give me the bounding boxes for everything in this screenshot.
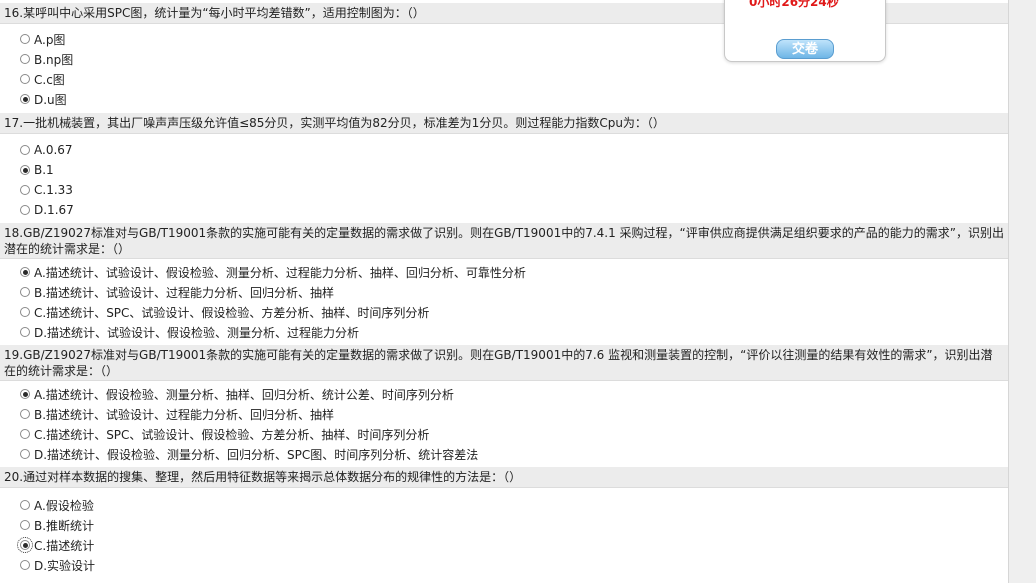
- radio-button[interactable]: [20, 560, 30, 570]
- radio-button[interactable]: [20, 449, 30, 459]
- option-19-a[interactable]: A.描述统计、假设检验、测量分析、抽样、回归分析、统计公差、时间序列分析: [20, 385, 454, 403]
- radio-button-checked[interactable]: [20, 94, 30, 104]
- option-19-c[interactable]: C.描述统计、SPC、试验设计、假设检验、方差分析、抽样、时间序列分析: [20, 425, 429, 443]
- exam-content: 16.某呼叫中心采用SPC图，统计量为“每小时平均差错数”，适用控制图为：（） …: [0, 0, 1008, 583]
- option-16-a[interactable]: A.p图: [20, 30, 65, 48]
- option-20-a[interactable]: A.假设检验: [20, 496, 94, 514]
- vertical-scrollbar[interactable]: [1008, 0, 1036, 583]
- question-17-title: 17.一批机械装置，其出厂噪声声压级允许值≤85分贝，实测平均值为82分贝，标准…: [0, 113, 1008, 134]
- option-18-b[interactable]: B.描述统计、试验设计、过程能力分析、回归分析、抽样: [20, 283, 334, 301]
- option-17-d[interactable]: D.1.67: [20, 201, 74, 219]
- radio-button[interactable]: [20, 429, 30, 439]
- question-19-title: 19.GB/Z19027标准对与GB/T19001条款的实施可能有关的定量数据的…: [0, 345, 1008, 381]
- radio-button[interactable]: [20, 409, 30, 419]
- option-20-d[interactable]: D.实验设计: [20, 556, 95, 574]
- option-17-c[interactable]: C.1.33: [20, 181, 73, 199]
- option-20-b[interactable]: B.推断统计: [20, 516, 94, 534]
- option-17-a[interactable]: A.0.67: [20, 141, 73, 159]
- radio-button[interactable]: [20, 185, 30, 195]
- radio-button[interactable]: [20, 205, 30, 215]
- question-18-title: 18.GB/Z19027标准对与GB/T19001条款的实施可能有关的定量数据的…: [0, 223, 1008, 259]
- submit-exam-button[interactable]: 交卷: [776, 39, 834, 59]
- option-17-b[interactable]: B.1: [20, 161, 54, 179]
- radio-button-checked[interactable]: [17, 537, 33, 553]
- radio-button[interactable]: [20, 145, 30, 155]
- radio-button-checked[interactable]: [20, 389, 30, 399]
- radio-button[interactable]: [20, 54, 30, 64]
- radio-button[interactable]: [20, 307, 30, 317]
- radio-button-checked[interactable]: [20, 267, 30, 277]
- option-16-d[interactable]: D.u图: [20, 90, 67, 108]
- option-16-b[interactable]: B.np图: [20, 50, 73, 68]
- option-18-d[interactable]: D.描述统计、试验设计、假设检验、测量分析、过程能力分析: [20, 323, 359, 341]
- option-18-a[interactable]: A.描述统计、试验设计、假设检验、测量分析、过程能力分析、抽样、回归分析、可靠性…: [20, 263, 526, 281]
- radio-button-checked[interactable]: [20, 165, 30, 175]
- option-20-c[interactable]: C.描述统计: [17, 536, 94, 554]
- option-18-c[interactable]: C.描述统计、SPC、试验设计、假设检验、方差分析、抽样、时间序列分析: [20, 303, 429, 321]
- option-16-c[interactable]: C.c图: [20, 70, 65, 88]
- radio-button[interactable]: [20, 34, 30, 44]
- radio-button[interactable]: [20, 327, 30, 337]
- countdown-timer: 0小时26分24秒: [749, 0, 839, 9]
- radio-button[interactable]: [20, 520, 30, 530]
- option-19-d[interactable]: D.描述统计、假设检验、测量分析、回归分析、SPC图、时间序列分析、统计容差法: [20, 445, 478, 463]
- radio-button[interactable]: [20, 287, 30, 297]
- option-19-b[interactable]: B.描述统计、试验设计、过程能力分析、回归分析、抽样: [20, 405, 334, 423]
- timer-panel: 0小时26分24秒 交卷: [724, 0, 886, 62]
- radio-button[interactable]: [20, 74, 30, 84]
- question-20-title: 20.通过对样本数据的搜集、整理，然后用特征数据等来揭示总体数据分布的规律性的方…: [0, 467, 1008, 488]
- radio-button[interactable]: [20, 500, 30, 510]
